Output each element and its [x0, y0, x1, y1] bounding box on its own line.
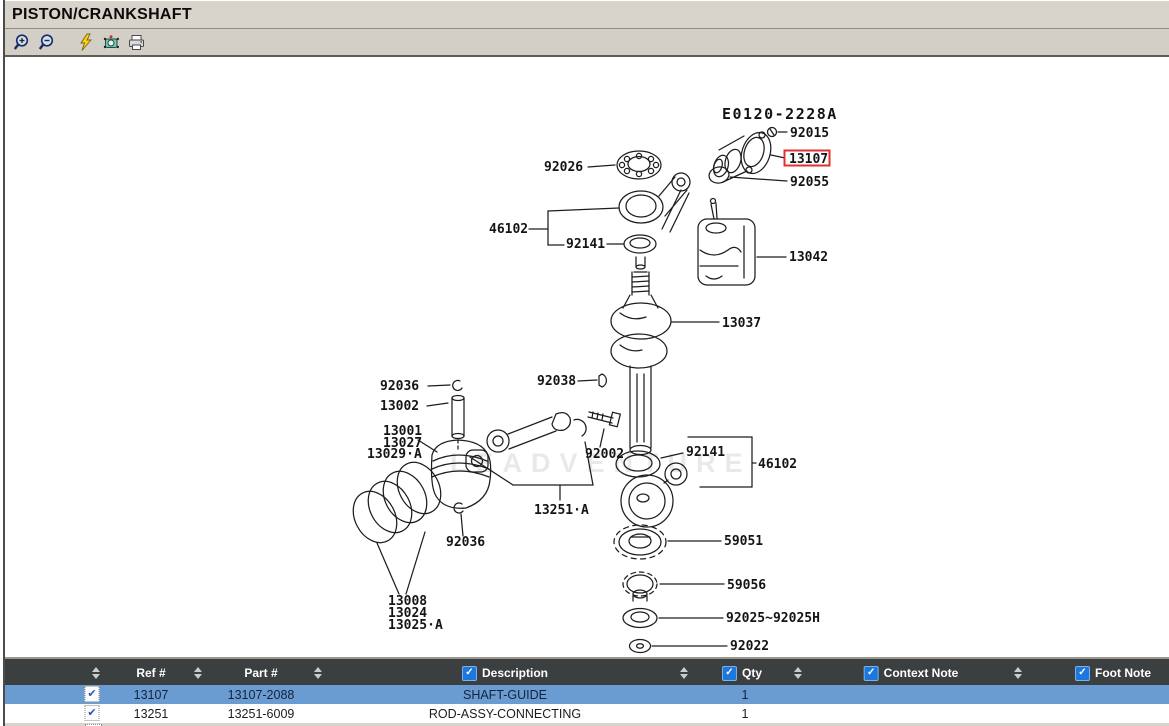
column-header-qty[interactable]: Qty	[722, 659, 762, 687]
crankcase-block-13042	[698, 199, 786, 286]
part-label: 13251·A	[534, 503, 589, 518]
column-header-ref[interactable]: Ref #	[136, 659, 165, 687]
part-label: 92002	[585, 447, 624, 462]
page-title: PISTON/CRANKSHAFT	[5, 6, 192, 24]
washer-92141-top	[624, 235, 656, 269]
table-header: Ref # Part # Description Qty Context Not…	[5, 657, 1169, 687]
column-header-context-note[interactable]: Context Note	[864, 659, 959, 687]
clip-92036-top	[428, 380, 462, 390]
drawing-code: E0120-2228A	[722, 105, 838, 123]
part-label: 46102	[758, 457, 797, 472]
washer-92022	[630, 640, 728, 653]
diagram-canvas[interactable]: LEADVENTURE E0120-2228A	[5, 57, 1169, 657]
shaft-guide-assembly	[708, 128, 787, 185]
part-label: 13025·A	[388, 618, 443, 633]
checkbox-icon[interactable]	[462, 666, 477, 681]
table-row[interactable]: 13251 13251-6009 ROD-ASSY-CONNECTING 1	[5, 704, 1169, 723]
part-label: 13002	[380, 399, 419, 414]
part-label: 92141	[686, 445, 725, 460]
part-label: 92026	[544, 160, 583, 175]
sort-control[interactable]	[194, 659, 202, 687]
cell-description: SHAFT-GUIDE	[463, 685, 547, 704]
sort-control[interactable]	[92, 659, 100, 687]
checkbox-icon[interactable]	[1075, 666, 1090, 681]
washer-92025	[623, 609, 723, 628]
part-label: 59051	[724, 534, 763, 549]
table-row-selected[interactable]: 13107 13107-2088 SHAFT-GUIDE 1	[5, 685, 1169, 704]
bearing-92026	[588, 151, 661, 179]
part-label: 92141	[566, 237, 605, 252]
hotspot-parts-button[interactable]	[100, 31, 122, 53]
checked-note-icon[interactable]	[85, 705, 100, 721]
part-label: 92022	[730, 639, 769, 654]
title-bar: PISTON/CRANKSHAFT	[5, 0, 1169, 30]
gear-59051	[614, 525, 721, 559]
print-icon	[127, 33, 146, 52]
part-label: 92036	[380, 379, 419, 394]
cell-ref: 13251	[134, 704, 169, 723]
pin-92038	[578, 374, 606, 387]
sort-control[interactable]	[794, 659, 802, 687]
cell-part: 13251-6009	[228, 704, 295, 723]
part-label: 13037	[722, 316, 761, 331]
sort-control[interactable]	[680, 659, 688, 687]
part-label: 92038	[537, 374, 576, 389]
zoom-in-icon	[13, 33, 32, 52]
column-header-foot-note[interactable]: Foot Note	[1075, 659, 1151, 687]
sort-control[interactable]	[1014, 659, 1022, 687]
checked-note-icon[interactable]	[85, 686, 100, 702]
part-label: 46102	[489, 222, 528, 237]
zoom-out-button[interactable]	[36, 31, 58, 53]
part-label: 13042	[789, 250, 828, 265]
zoom-out-icon	[38, 33, 57, 52]
lightning-button[interactable]	[75, 31, 97, 53]
part-label: 92055	[790, 175, 829, 190]
part-label-highlighted[interactable]: 13107	[789, 152, 828, 167]
piston-crankshaft-diagram: LEADVENTURE E0120-2228A	[5, 57, 1169, 657]
piston-pin-13002	[427, 396, 464, 453]
part-label: 92036	[446, 535, 485, 550]
print-button[interactable]	[125, 31, 147, 53]
checkbox-icon[interactable]	[722, 666, 737, 681]
lightning-icon	[77, 33, 96, 52]
toolbar	[5, 29, 1169, 57]
column-header-description[interactable]: Description	[462, 659, 548, 687]
checkbox-icon[interactable]	[864, 666, 879, 681]
connecting-rod-top	[619, 173, 690, 232]
cell-description: ROD-ASSY-CONNECTING	[429, 704, 581, 723]
cell-part: 13107-2088	[228, 685, 295, 704]
part-label: 59056	[727, 578, 766, 593]
part-label: 92015	[790, 126, 829, 141]
column-header-part[interactable]: Part #	[244, 659, 277, 687]
hotspot-parts-icon	[102, 33, 121, 52]
part-label: 13029·A	[367, 447, 422, 462]
gear-59056	[623, 572, 724, 601]
cell-qty: 1	[742, 685, 749, 704]
part-label: 92025~92025H	[726, 611, 820, 626]
sort-control[interactable]	[314, 659, 322, 687]
parts-catalog-window: { "window": { "title": "PISTON/CRANKSHAF…	[0, 0, 1169, 726]
cell-qty: 1	[742, 704, 749, 723]
part-labels: 92015 13107 92055 92026 46102 92141 13042 13037…	[367, 126, 829, 654]
cell-ref: 13107	[134, 685, 169, 704]
crankshaft-13037	[611, 272, 719, 455]
zoom-in-button[interactable]	[11, 31, 33, 53]
parts-table: Ref # Part # Description Qty Context Not…	[5, 657, 1169, 726]
